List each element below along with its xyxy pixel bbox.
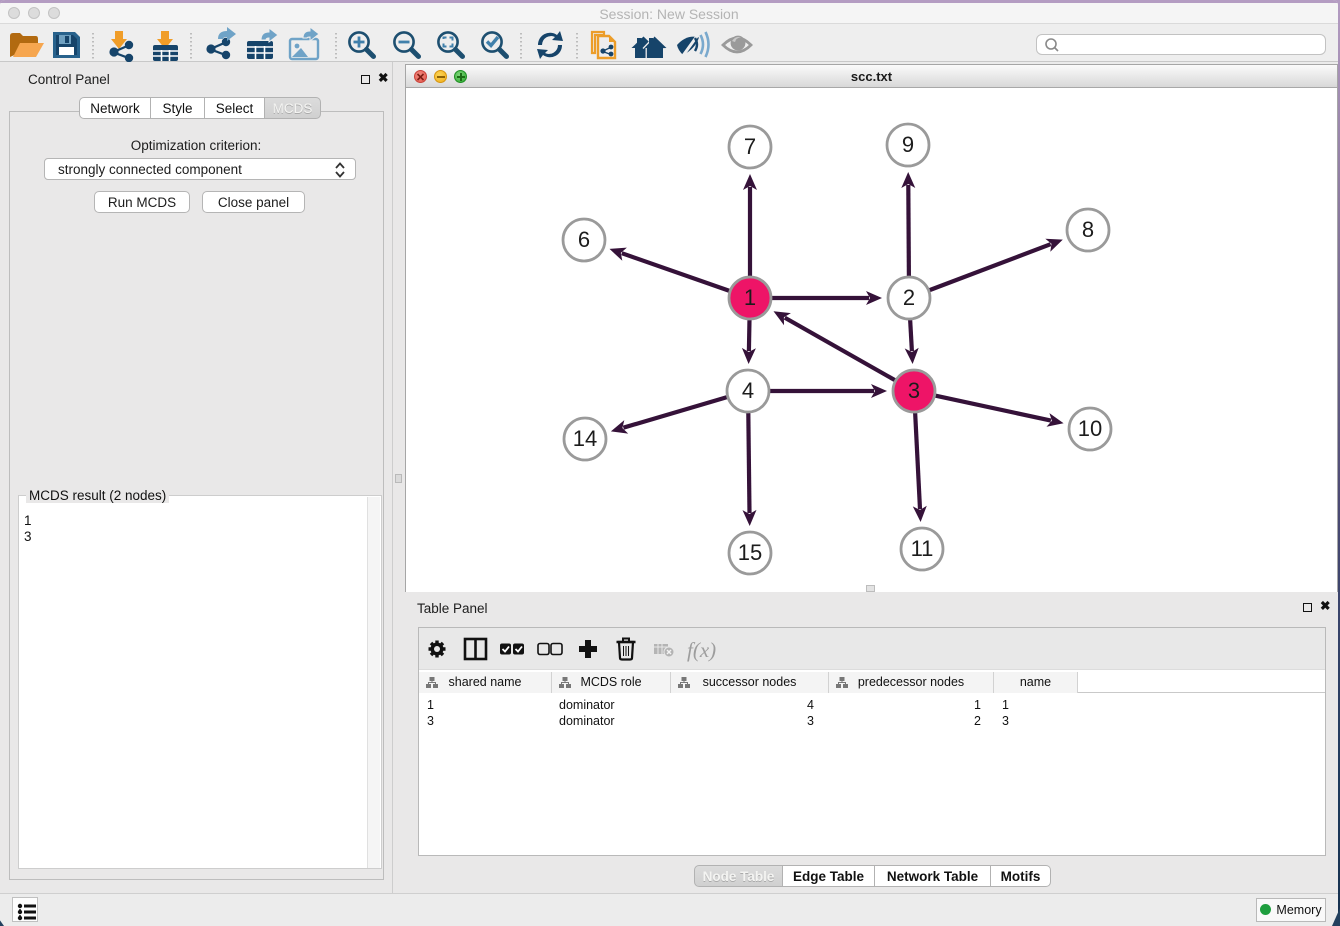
svg-text:9: 9 [902,132,914,157]
svg-text:3: 3 [908,378,920,403]
svg-text:15: 15 [738,540,762,565]
svg-text:4: 4 [742,378,754,403]
svg-text:11: 11 [911,536,934,561]
svg-text:6: 6 [578,227,590,252]
svg-text:14: 14 [573,426,597,451]
svg-text:7: 7 [744,134,756,159]
svg-text:10: 10 [1078,416,1102,441]
svg-text:f(x): f(x) [687,638,716,662]
svg-text:1: 1 [744,285,756,310]
svg-text:8: 8 [1082,217,1094,242]
svg-text:2: 2 [903,285,915,310]
